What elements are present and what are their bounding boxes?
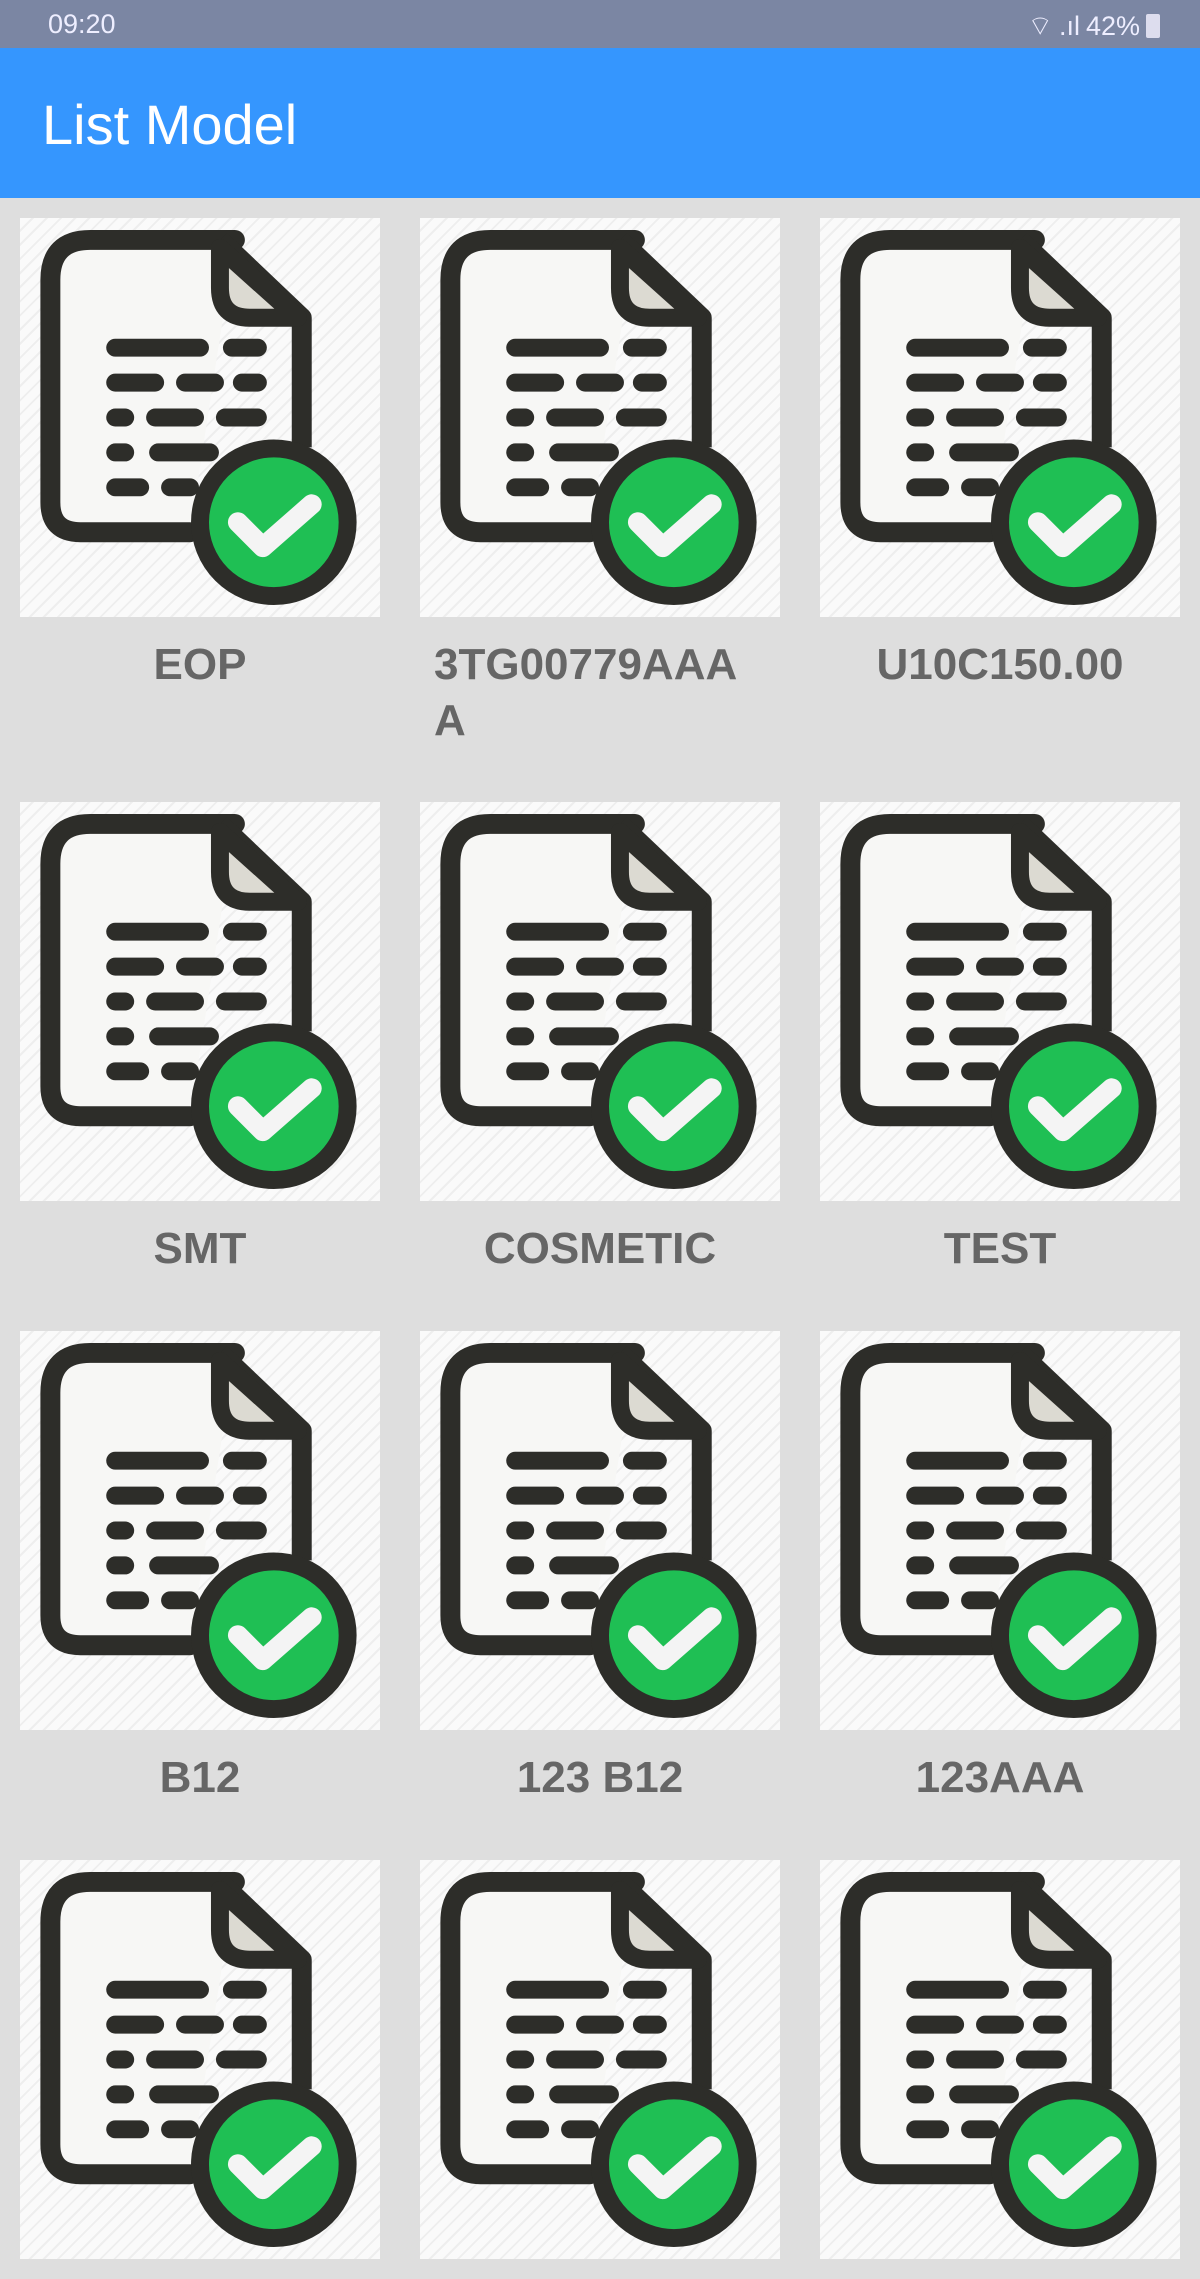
model-item[interactable] [820,1860,1180,2279]
battery-percent: 42% [1085,10,1140,41]
document-check-icon [820,802,1180,1201]
battery-icon [1146,14,1160,38]
model-item[interactable]: B12 [20,1331,380,1806]
model-label: U10C150.00 [876,640,1124,689]
document-check-icon [20,1331,380,1730]
model-label: TEST [943,1224,1057,1273]
page-title: List Model [42,93,298,156]
document-check-icon [820,218,1180,617]
model-item[interactable]: U10C150.00 [820,218,1180,693]
model-item[interactable]: EOP [20,218,380,693]
wifi-icon: ⌔ [1027,11,1053,41]
model-item[interactable]: SMT [20,802,380,1277]
model-item[interactable]: 3TG00779AAAA [420,218,780,749]
model-item[interactable] [20,1860,380,2279]
model-item[interactable]: 123 B12 [420,1331,780,1806]
document-check-icon [820,1331,1180,1730]
model-label: COSMETIC [483,1224,717,1273]
model-label: SMT [153,1224,247,1273]
model-label: EOP [153,640,247,689]
model-label: 3TG00779AAAA [434,640,738,745]
model-label: 123 B12 [516,1753,684,1802]
model-item[interactable] [420,1860,780,2279]
model-label: B12 [159,1753,241,1802]
model-item[interactable]: COSMETIC [420,802,780,1277]
model-item[interactable]: TEST [820,802,1180,1277]
model-item[interactable]: 123AAA [820,1331,1180,1806]
status-bar: 09:20 ⌔ .ıl 42% [0,0,1200,48]
document-check-icon [20,218,380,617]
document-check-icon [420,218,780,617]
model-label: 123AAA [915,1753,1085,1802]
app-bar: List Model [0,48,1200,198]
document-check-icon [420,802,780,1201]
status-time: 09:20 [48,9,116,39]
document-check-icon [20,802,380,1201]
signal-icon: .ıl [1058,10,1080,41]
document-check-icon [420,1331,780,1730]
